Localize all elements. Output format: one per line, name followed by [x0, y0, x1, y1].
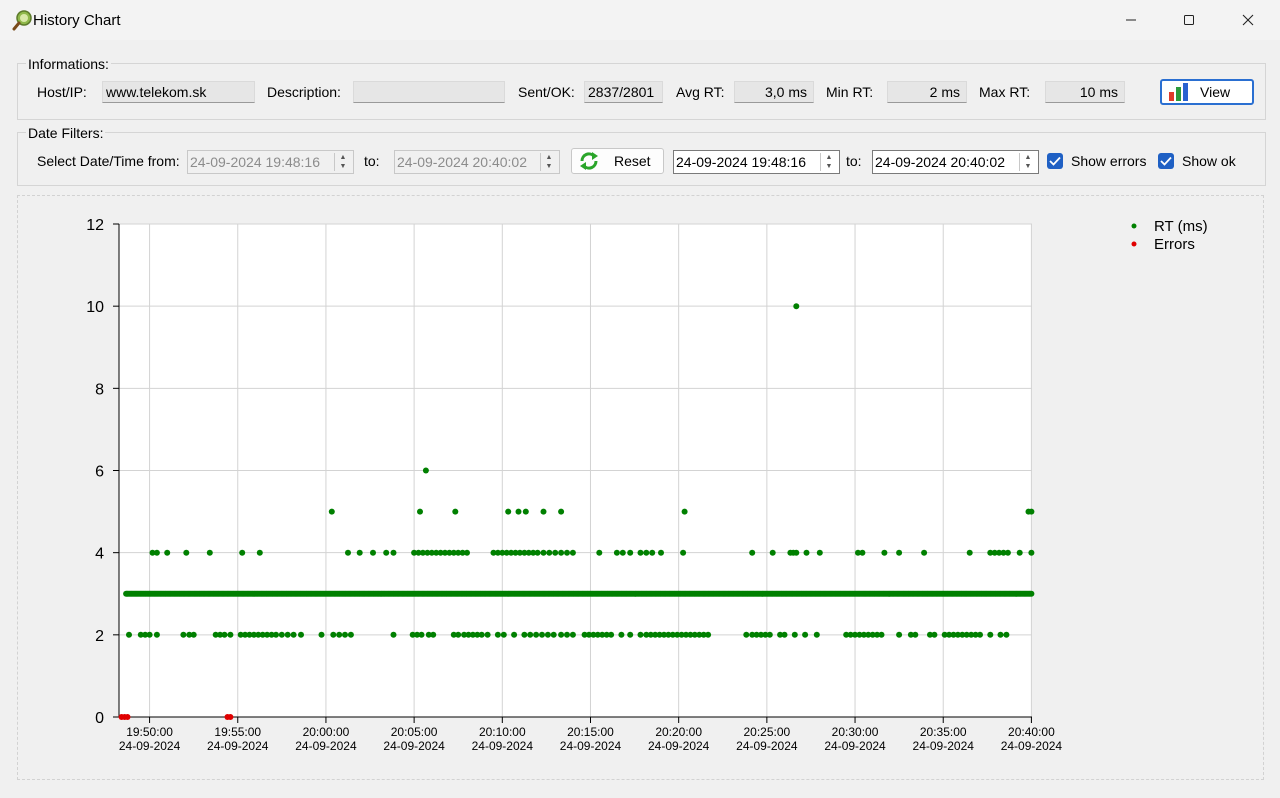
title-bar: History Chart [0, 0, 1280, 40]
window-title: History Chart [33, 12, 121, 29]
sent-ok-field[interactable]: 2837/2801 [584, 81, 663, 103]
close-button[interactable] [1219, 0, 1277, 40]
date-to-value: 24-09-2024 20:40:02 [397, 154, 527, 170]
date-to-picker[interactable]: 24-09-2024 20:40:02 ▲ ▼ [872, 150, 1039, 174]
description-label: Description: [267, 84, 341, 100]
spin-down-icon: ▼ [825, 162, 833, 170]
refresh-icon [580, 152, 598, 170]
informations-group-label: Informations: [26, 56, 111, 72]
sent-ok-label: Sent/OK: [518, 84, 575, 100]
maximize-icon [1184, 15, 1194, 25]
date-to-picker-disabled[interactable]: 24-09-2024 20:40:02 ▲ ▼ [394, 150, 560, 174]
description-field[interactable] [353, 81, 505, 103]
from-label: Select Date/Time from: [37, 153, 180, 169]
show-ok-checkbox[interactable] [1158, 153, 1174, 169]
min-rt-label: Min RT: [826, 84, 874, 100]
date-to2-value: 24-09-2024 20:40:02 [875, 154, 1005, 170]
spin-down-icon: ▼ [545, 162, 553, 170]
date-from-picker[interactable]: 24-09-2024 19:48:16 ▲ ▼ [673, 150, 840, 174]
max-rt-label: Max RT: [979, 84, 1031, 100]
host-label: Host/IP: [37, 84, 87, 100]
date-filters-group-label: Date Filters: [26, 125, 106, 141]
spin-down-icon: ▼ [1024, 162, 1032, 170]
chart-area[interactable] [17, 195, 1264, 780]
maximize-button[interactable] [1160, 0, 1218, 40]
spin-down-icon: ▼ [339, 162, 347, 170]
view-button-label: View [1200, 84, 1231, 100]
minimize-button[interactable] [1102, 0, 1160, 40]
max-rt-field[interactable]: 10 ms [1045, 81, 1125, 103]
bar-chart-icon [1169, 83, 1188, 101]
show-errors-label[interactable]: Show errors [1071, 153, 1146, 169]
date-from2-spinner[interactable]: ▲ ▼ [820, 153, 837, 171]
date-from-picker-disabled[interactable]: 24-09-2024 19:48:16 ▲ ▼ [187, 150, 354, 174]
date-from-value: 24-09-2024 19:48:16 [190, 154, 320, 170]
to-label: to: [364, 153, 380, 169]
reset-button-label: Reset [614, 153, 651, 169]
app-magnifier-icon [12, 10, 32, 31]
show-ok-label[interactable]: Show ok [1182, 153, 1236, 169]
view-button[interactable]: View [1160, 79, 1254, 105]
date-to-spinner[interactable]: ▲ ▼ [540, 153, 557, 171]
checkmark-icon [1049, 156, 1061, 166]
checkmark-icon [1160, 156, 1172, 166]
date-from-spinner[interactable]: ▲ ▼ [334, 153, 351, 171]
date-from2-value: 24-09-2024 19:48:16 [676, 154, 806, 170]
avg-rt-label: Avg RT: [676, 84, 725, 100]
avg-rt-field[interactable]: 3,0 ms [734, 81, 814, 103]
minimize-icon [1126, 19, 1136, 21]
date-to2-spinner[interactable]: ▲ ▼ [1019, 153, 1036, 171]
show-errors-checkbox[interactable] [1047, 153, 1063, 169]
host-field[interactable]: www.telekom.sk [102, 81, 255, 103]
reset-button[interactable]: Reset [571, 148, 664, 174]
close-icon [1242, 14, 1254, 26]
to2-label: to: [846, 153, 862, 169]
min-rt-field[interactable]: 2 ms [887, 81, 967, 103]
